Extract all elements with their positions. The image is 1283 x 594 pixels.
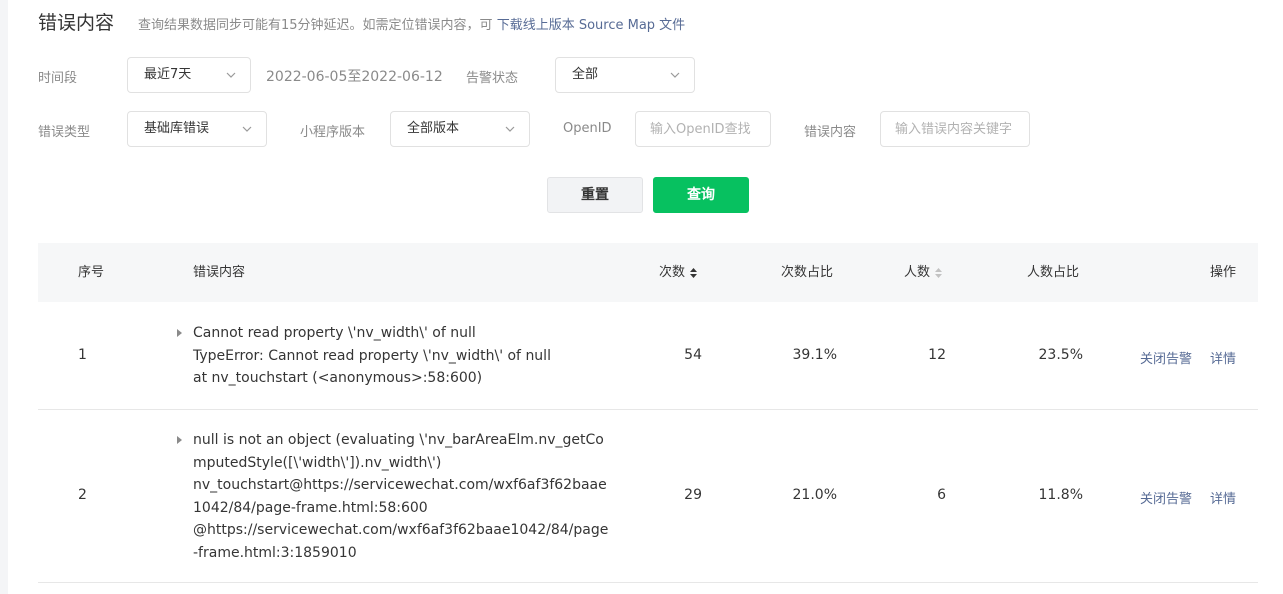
table-header: 序号 错误内容 次数 次数占比 人数 人数占比 操作 xyxy=(38,243,1258,302)
error-type-select[interactable]: 基础库错误 xyxy=(127,111,267,147)
period-label: 时间段 xyxy=(38,71,78,86)
page-note-text: 查询结果数据同步可能有15分钟延迟。如需定位错误内容，可 xyxy=(138,18,493,33)
period-select[interactable]: 最近7天 xyxy=(127,57,251,93)
expand-caret-icon[interactable] xyxy=(177,436,182,444)
header-ops: 操作 xyxy=(1210,265,1237,280)
detail-link[interactable]: 详情 xyxy=(1210,348,1236,367)
table-row: 2 null is not an object (evaluating \'nv… xyxy=(38,410,1258,583)
user-ratio: 11.8% xyxy=(1038,487,1083,503)
openid-input[interactable] xyxy=(635,111,771,147)
detail-link[interactable]: 详情 xyxy=(1210,488,1236,507)
page-note: 查询结果数据同步可能有15分钟延迟。如需定位错误内容，可 下载线上版本 Sour… xyxy=(138,14,685,33)
count-ratio: 39.1% xyxy=(792,347,837,363)
version-label: 小程序版本 xyxy=(300,125,366,140)
header-users-label: 人数 xyxy=(904,265,931,280)
alert-status-label: 告警状态 xyxy=(466,71,519,86)
header-users[interactable]: 人数 xyxy=(904,243,943,302)
query-button[interactable]: 查询 xyxy=(653,177,749,213)
user-count: 12 xyxy=(928,347,946,363)
user-count: 6 xyxy=(937,487,946,503)
chevron-down-icon xyxy=(226,72,236,78)
header-count-ratio: 次数占比 xyxy=(781,265,834,280)
chevron-down-icon xyxy=(242,126,252,132)
chevron-down-icon xyxy=(505,126,515,132)
error-content: Cannot read property \'nv_width\' of nul… xyxy=(193,325,551,386)
header-count[interactable]: 次数 xyxy=(659,243,698,302)
alert-status-select-value: 全部 xyxy=(572,67,599,82)
reset-button[interactable]: 重置 xyxy=(547,177,643,213)
date-range-text: 2022-06-05至2022-06-12 xyxy=(266,69,443,85)
expand-caret-icon[interactable] xyxy=(177,329,182,337)
version-select[interactable]: 全部版本 xyxy=(390,111,530,147)
error-content: null is not an object (evaluating \'nv_b… xyxy=(193,432,609,561)
left-border-strip xyxy=(0,0,8,594)
download-source-map-link[interactable]: 下载线上版本 Source Map 文件 xyxy=(497,18,685,33)
alert-status-select[interactable]: 全部 xyxy=(555,57,695,93)
user-ratio: 23.5% xyxy=(1038,347,1083,363)
error-count: 29 xyxy=(684,487,702,503)
sort-icon xyxy=(935,267,943,278)
chevron-down-icon xyxy=(670,72,680,78)
header-count-label: 次数 xyxy=(659,265,686,280)
close-alert-link[interactable]: 关闭告警 xyxy=(1140,348,1192,367)
content-keyword-input[interactable] xyxy=(880,111,1030,147)
row-index: 1 xyxy=(78,347,87,363)
header-index: 序号 xyxy=(78,265,105,280)
content-label: 错误内容 xyxy=(804,125,857,140)
error-type-select-value: 基础库错误 xyxy=(144,121,210,136)
version-select-value: 全部版本 xyxy=(407,121,460,136)
openid-label: OpenID xyxy=(563,121,612,136)
error-count: 54 xyxy=(684,347,702,363)
sort-icon xyxy=(690,267,698,278)
row-index: 2 xyxy=(78,487,87,503)
header-content: 错误内容 xyxy=(193,265,246,280)
page-title: 错误内容 xyxy=(38,12,115,34)
close-alert-link[interactable]: 关闭告警 xyxy=(1140,488,1192,507)
table-row: 1 Cannot read property \'nv_width\' of n… xyxy=(38,302,1258,410)
period-select-value: 最近7天 xyxy=(144,67,192,82)
count-ratio: 21.0% xyxy=(792,487,837,503)
header-user-ratio: 人数占比 xyxy=(1027,265,1080,280)
error-type-label: 错误类型 xyxy=(38,125,91,140)
